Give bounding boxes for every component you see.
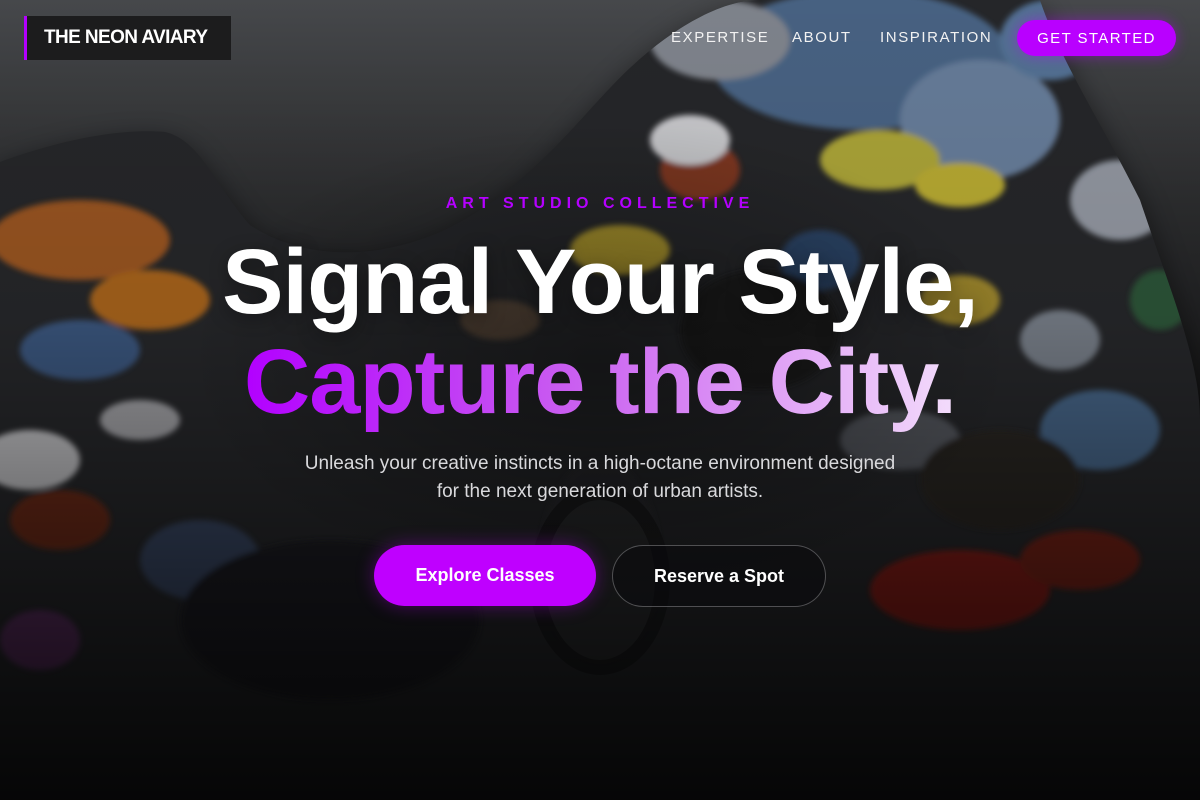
brand-logo[interactable]: THE NEON AVIARY bbox=[24, 16, 231, 60]
hero-subtitle: Unleash your creative instincts in a hig… bbox=[250, 450, 950, 506]
hero-eyebrow: ART STUDIO COLLECTIVE bbox=[445, 195, 755, 212]
reserve-spot-button[interactable]: Reserve a Spot bbox=[612, 545, 826, 607]
nav-link-expertise[interactable]: EXPERTISE bbox=[671, 28, 769, 48]
nav-link-inspiration[interactable]: INSPIRATION bbox=[880, 28, 992, 48]
nav-link-about[interactable]: ABOUT bbox=[792, 28, 852, 48]
hero-headline-gradient-text: Capture the City. bbox=[243, 331, 957, 433]
explore-classes-button[interactable]: Explore Classes bbox=[374, 545, 596, 606]
site-header: THE NEON AVIARY EXPERTISE ABOUT INSPIRAT… bbox=[0, 0, 1200, 80]
get-started-button[interactable]: GET STARTED bbox=[1017, 20, 1176, 56]
hero-headline-line-2: Capture the City. bbox=[0, 332, 1200, 432]
hero-subtitle-line-2: for the next generation of urban artists… bbox=[436, 481, 764, 502]
hero-subtitle-line-1: Unleash your creative instincts in a hig… bbox=[304, 453, 896, 474]
hero-headline-line-1: Signal Your Style, bbox=[222, 231, 979, 333]
